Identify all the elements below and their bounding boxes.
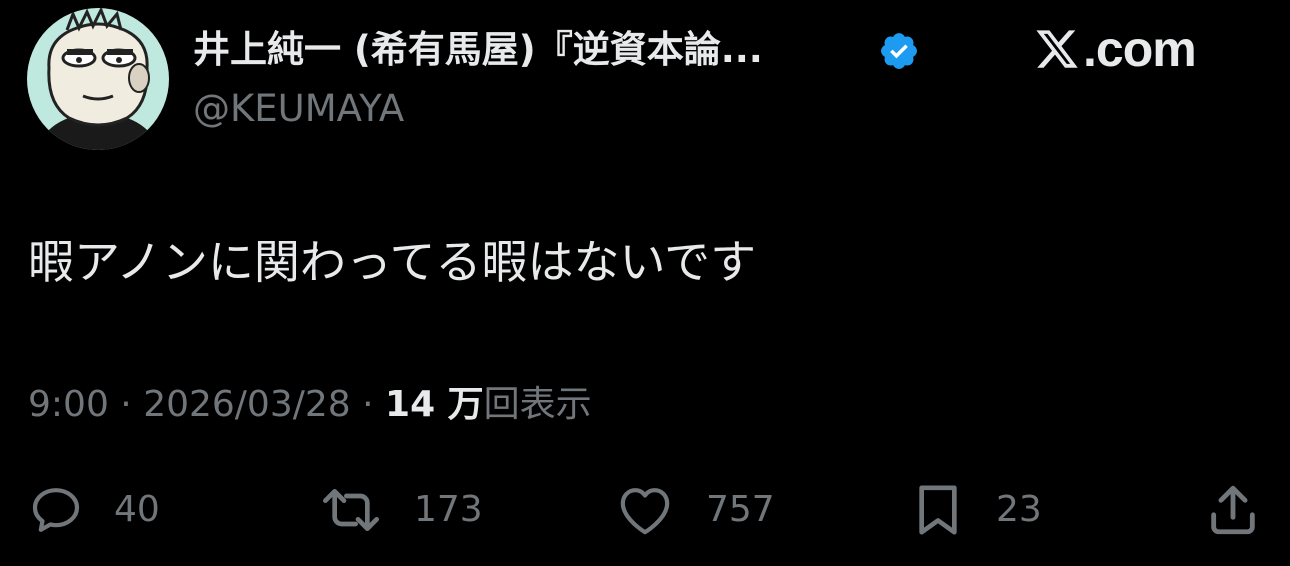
x-com-logo: .com xyxy=(1034,21,1197,77)
x-logo-icon xyxy=(1036,30,1078,68)
heart-icon xyxy=(620,488,670,535)
bookmark-count: 23 xyxy=(996,489,1042,530)
tweet-time[interactable]: 9:00 xyxy=(28,384,109,425)
like-button[interactable]: 757 xyxy=(614,480,775,540)
tweet-date[interactable]: 2026/03/28 xyxy=(143,384,351,425)
retweet-icon xyxy=(323,489,379,531)
meta-separator: · xyxy=(108,384,144,425)
user-handle[interactable]: @KEUMAYA xyxy=(193,86,404,132)
share-button[interactable] xyxy=(1204,480,1262,540)
bookmark-icon xyxy=(919,485,957,535)
avatar[interactable] xyxy=(27,8,169,150)
bookmark-button[interactable]: 23 xyxy=(910,480,1042,540)
reply-count: 40 xyxy=(114,489,160,530)
reply-icon xyxy=(32,488,80,532)
action-bar: 40 173 757 23 xyxy=(0,480,1290,540)
views-label: 回表示 xyxy=(483,384,592,425)
verified-badge-icon xyxy=(878,30,920,72)
brand-text: .com xyxy=(1083,21,1197,77)
views-count: 14 万 xyxy=(385,384,484,425)
reply-button[interactable]: 40 xyxy=(28,480,160,540)
like-count: 757 xyxy=(706,489,775,530)
cartoon-face-avatar-icon xyxy=(27,8,169,150)
display-name[interactable]: 井上純一 (希有馬屋)『逆資本論... xyxy=(193,24,763,76)
meta-separator: · xyxy=(350,384,386,425)
share-icon xyxy=(1211,485,1255,535)
tweet-meta: 9:00 · 2026/03/28 · 14 万回表示 xyxy=(28,380,592,430)
tweet-text: 暇アノンに関わってる暇はないです xyxy=(28,235,757,289)
retweet-count: 173 xyxy=(414,489,483,530)
retweet-button[interactable]: 173 xyxy=(318,480,483,540)
